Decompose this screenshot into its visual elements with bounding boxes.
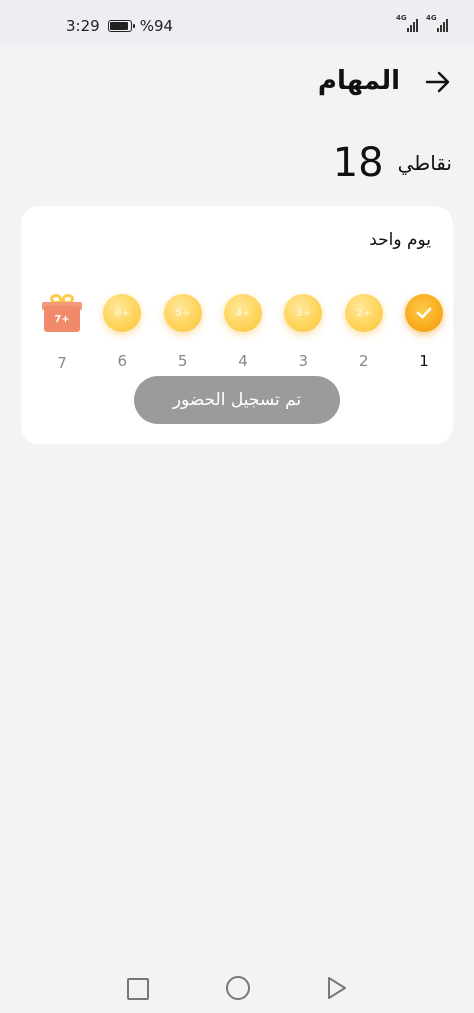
battery-icon xyxy=(107,20,135,32)
coin-icon: 3+ xyxy=(284,294,323,332)
checkmark-coin-icon xyxy=(404,294,443,332)
day-item: 4+ 4 xyxy=(220,294,266,374)
checkin-card: يوم واحد 1 2+ 2 3+ 3 4+ 4 5+ 5 6+ 6 7+ 7… xyxy=(21,206,453,444)
reward-amount: 3+ xyxy=(295,307,311,319)
signal-icon: 4G xyxy=(396,14,418,32)
status-time: 3:29 xyxy=(66,17,100,35)
day-number: 4 xyxy=(238,352,248,370)
coin-icon: 2+ xyxy=(344,294,383,332)
home-icon[interactable] xyxy=(226,976,250,1000)
signal-icon: 4G xyxy=(426,14,448,32)
checked-in-button[interactable]: تم تسجيل الحضور xyxy=(134,376,340,424)
gift-icon: 7+ xyxy=(42,294,82,334)
coin-icon: 4+ xyxy=(223,294,262,332)
network-type-1: 4G xyxy=(396,14,407,22)
points-value: 18 xyxy=(332,140,384,186)
reward-amount: 6+ xyxy=(114,307,130,319)
reward-amount: 2+ xyxy=(355,307,372,319)
status-bar-left: 3:29 %94 xyxy=(66,17,173,35)
reward-amount: 5+ xyxy=(174,307,191,319)
reward-amount: 7+ xyxy=(54,313,70,325)
arrow-right-icon[interactable] xyxy=(424,68,452,96)
network-type-2: 4G xyxy=(426,14,437,22)
points-label: نقاطي xyxy=(397,151,452,175)
day-number: 3 xyxy=(298,352,309,370)
day-item: 1 xyxy=(401,294,447,374)
status-bar-right: 4G 4G xyxy=(396,14,448,32)
checkin-days: 1 2+ 2 3+ 3 4+ 4 5+ 5 6+ 6 7+ 7 xyxy=(39,294,447,374)
back-icon[interactable] xyxy=(326,976,348,1000)
day-number: 7 xyxy=(57,354,67,372)
points-summary: نقاطي 18 xyxy=(333,140,452,186)
day-item: 5+ 5 xyxy=(160,294,206,374)
day-item: 7+ 7 xyxy=(39,294,85,374)
streak-title: يوم واحد xyxy=(369,230,431,250)
coin-icon: 6+ xyxy=(103,294,142,332)
recent-apps-icon[interactable] xyxy=(127,978,149,1000)
battery-level: %94 xyxy=(139,17,174,35)
day-number: 6 xyxy=(117,352,128,370)
page-title: المهام xyxy=(317,66,400,96)
day-number: 1 xyxy=(419,352,429,370)
header: المهام xyxy=(0,60,474,104)
coin-icon: 5+ xyxy=(163,294,202,332)
reward-amount: 4+ xyxy=(235,307,251,319)
day-item: 2+ 2 xyxy=(341,294,387,374)
day-number: 2 xyxy=(358,352,369,370)
day-item: 6+ 6 xyxy=(99,294,145,374)
day-item: 3+ 3 xyxy=(280,294,326,374)
status-bar: 3:29 %94 4G 4G xyxy=(0,0,474,44)
day-number: 5 xyxy=(177,352,188,370)
nav-bar xyxy=(0,960,474,1013)
